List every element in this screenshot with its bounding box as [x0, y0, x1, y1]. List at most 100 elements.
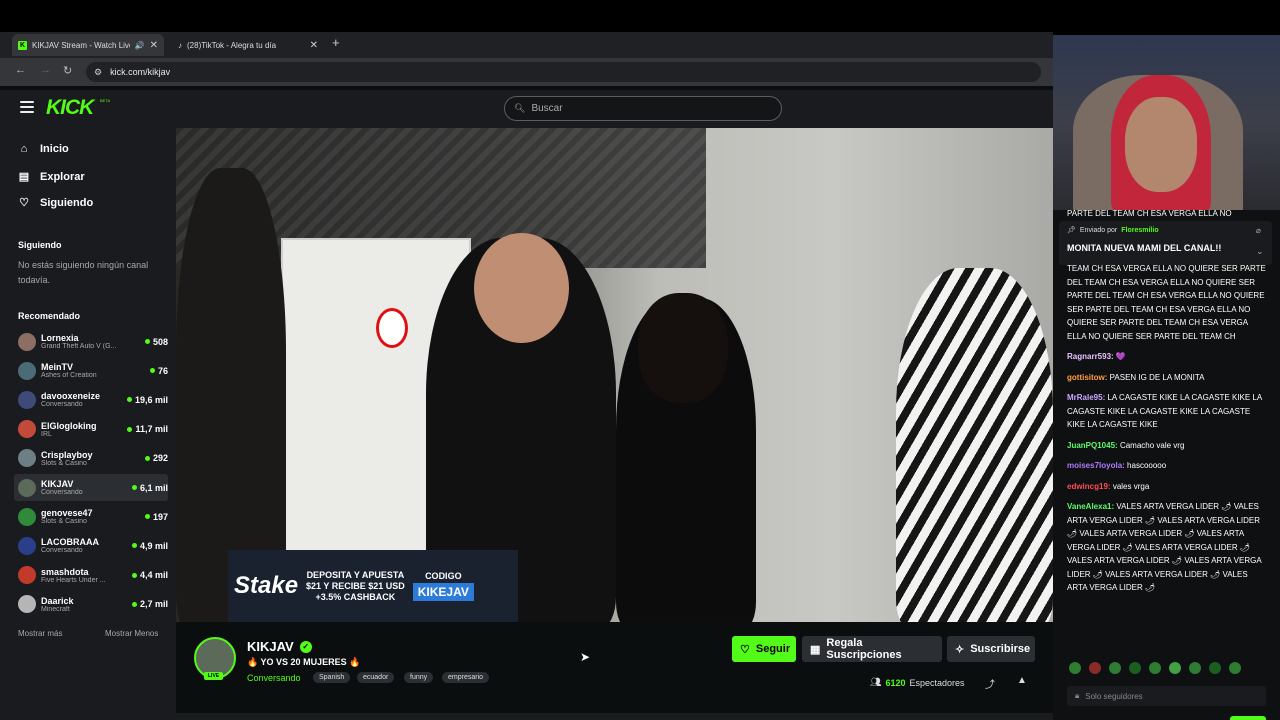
- following-empty-text: No estás siguiendo ningún canal todavía.: [18, 260, 149, 285]
- report-icon[interactable]: ▲: [1017, 675, 1027, 686]
- chat-username[interactable]: Ragnarr593:: [1067, 352, 1114, 361]
- channel-category: Conversando: [41, 401, 83, 409]
- chat-username[interactable]: edwincg19:: [1067, 482, 1111, 491]
- site-settings-icon[interactable]: ⚙: [94, 67, 102, 78]
- channel-text: genovese47 Slots & Casino: [41, 508, 145, 525]
- stake-ad-banner: Stake DEPOSITA Y APUESTA $21 Y RECIBE $2…: [228, 550, 518, 622]
- gift-label: Regala Suscripciones: [826, 637, 902, 661]
- pinned-user[interactable]: Floresmilio: [1121, 227, 1158, 234]
- viewer-count: 4,4 mil: [139, 570, 168, 581]
- browser-tab-kick[interactable]: K KIKJAV Stream - Watch Live 🔊 ✕: [12, 34, 164, 56]
- close-tab-icon[interactable]: ✕: [310, 40, 318, 51]
- viewer-count: 19,6 mil: [134, 394, 168, 405]
- send-button[interactable]: [1230, 716, 1266, 720]
- recommended-channel[interactable]: davooxeneize Conversando 19,6 mil: [14, 386, 168, 413]
- viewer-count: 197: [152, 511, 168, 522]
- home-icon: ⌂: [20, 143, 28, 155]
- person-woman-hair: [638, 293, 728, 403]
- channel-name: Daarick: [41, 595, 74, 606]
- channel-name: ElGlogloking: [41, 420, 97, 431]
- menu-icon[interactable]: [20, 101, 34, 113]
- heart-icon: ♡: [19, 197, 29, 209]
- recommended-channel[interactable]: Lornexia Grand Theft Auto V (G... 508: [14, 328, 168, 355]
- recommended-channel[interactable]: MeinTV Ashes of Creation 76: [14, 357, 168, 384]
- live-dot-icon: [144, 455, 150, 461]
- emote-icon[interactable]: [1069, 662, 1081, 674]
- tag-chip[interactable]: empresario: [442, 672, 490, 683]
- recommended-channel[interactable]: ElGlogloking IRL 11,7 mil: [14, 416, 168, 443]
- emote-icon[interactable]: [1209, 662, 1221, 674]
- chat-input-placeholder: Solo seguidores: [1085, 691, 1143, 701]
- gift-subs-button[interactable]: ▦ Regala Suscripciones: [802, 636, 942, 662]
- search-input[interactable]: 🔍︎ Buscar: [504, 96, 782, 121]
- kick-logo[interactable]: KICK: [46, 96, 94, 120]
- channel-text: ElGlogloking IRL: [41, 421, 127, 438]
- emote-icon[interactable]: [1169, 662, 1181, 674]
- url-field[interactable]: ⚙ kick.com/kikjav: [86, 62, 1041, 82]
- recommended-channel[interactable]: KIKJAV Conversando 6,1 mil: [14, 474, 168, 501]
- speaker-icon[interactable]: 🔊: [135, 41, 145, 50]
- viewer-count: 508: [152, 336, 168, 347]
- chat-username[interactable]: JuanPQ1045:: [1067, 441, 1118, 450]
- back-icon[interactable]: ←: [15, 64, 26, 76]
- emote-icon[interactable]: [1229, 662, 1241, 674]
- viewer-number: 6120: [885, 677, 906, 688]
- show-less-link[interactable]: Mostrar Menos: [105, 629, 158, 638]
- recommended-channel[interactable]: LACOBRAAA Conversando 4,9 mil: [14, 532, 168, 559]
- channel-name[interactable]: KIKJAV: [247, 639, 294, 654]
- reload-icon[interactable]: ↻: [63, 64, 72, 77]
- emote-icon[interactable]: [1129, 662, 1141, 674]
- sidebar-item-inicio[interactable]: ⌂ Inicio: [18, 143, 69, 155]
- pinned-sent-by: Enviado por: [1079, 226, 1118, 234]
- recommended-channel[interactable]: Crisplayboy Slots & Casino 292: [14, 445, 168, 472]
- person-center-head: [474, 233, 569, 343]
- stream-category[interactable]: Conversando: [247, 673, 301, 683]
- chat-message: gottisitow: PASEN IG DE LA MONITA: [1067, 371, 1267, 385]
- chat-input[interactable]: 🔒︎ Solo seguidores: [1067, 686, 1266, 706]
- emote-bar: [1069, 662, 1241, 674]
- sidebar-item-siguiendo[interactable]: ♡ Siguiendo: [18, 196, 93, 210]
- live-dot-icon: [144, 339, 150, 344]
- channel-viewers: 4,4 mil: [131, 570, 168, 581]
- recommended-channel[interactable]: Daarick Minecraft 2,7 mil: [14, 591, 168, 618]
- emote-icon[interactable]: [1089, 662, 1101, 674]
- chat-username[interactable]: VaneAlexa1:: [1067, 502, 1114, 511]
- forward-icon[interactable]: →: [40, 64, 51, 76]
- channel-viewers: 4,9 mil: [131, 541, 168, 551]
- channel-text: davooxeneize Conversando: [41, 391, 127, 408]
- channel-name: KIKJAV: [41, 479, 74, 489]
- chat-text: hascooooo: [1127, 461, 1167, 470]
- unpin-icon[interactable]: ⌀: [1256, 226, 1261, 235]
- follow-button[interactable]: ♡ Seguir: [732, 636, 796, 662]
- channel-name-row: KIKJAV ✓: [247, 639, 312, 654]
- pinned-sender: 📌︎ Enviado por Floresmilio: [1067, 226, 1159, 235]
- heart-icon: ♡: [740, 643, 750, 656]
- tag-chip[interactable]: Spanish: [313, 672, 351, 683]
- video-player[interactable]: Stake DEPOSITA Y APUESTA $21 Y RECIBE $2…: [176, 128, 1053, 622]
- channel-name: Crisplayboy: [41, 449, 93, 460]
- url-text: kick.com/kikjav: [110, 67, 171, 77]
- tag-chip[interactable]: funny: [404, 672, 434, 683]
- close-tab-icon[interactable]: ✕: [150, 40, 158, 51]
- ad-code: CODIGO KIKEJAV: [412, 571, 474, 601]
- browser-tab-tiktok[interactable]: ♪ (28)TikTok - Alegra tu día ✕: [172, 34, 324, 56]
- chat-text: PASEN IG DE LA MONITA: [1109, 372, 1205, 382]
- emote-icon[interactable]: [1189, 662, 1201, 674]
- subscribe-button[interactable]: ✧ Suscribirse: [947, 636, 1035, 662]
- following-heading: Siguiendo: [18, 240, 62, 250]
- recommended-channel[interactable]: smashdota Five Hearts Under ... 4,4 mil: [14, 562, 168, 589]
- recommended-channel[interactable]: genovese47 Slots & Casino 197: [14, 503, 168, 530]
- tag-chip[interactable]: ecuador: [357, 672, 395, 683]
- chat-username[interactable]: MrRale95:: [1067, 393, 1105, 402]
- chat-username[interactable]: gottisitow:: [1067, 373, 1107, 382]
- chat-message: TEAM CH ESA VERGA ELLA NO QUIERE SER PAR…: [1067, 262, 1267, 343]
- chevron-down-icon[interactable]: ⌄: [1256, 246, 1264, 257]
- channel-avatar: [18, 536, 36, 555]
- show-more-link[interactable]: Mostrar más: [18, 629, 62, 638]
- share-icon[interactable]: ⤴: [985, 676, 995, 691]
- emote-icon[interactable]: [1109, 662, 1121, 674]
- chat-username[interactable]: moises7loyola:: [1067, 461, 1125, 470]
- emote-icon[interactable]: [1149, 662, 1161, 674]
- sidebar-item-explorar[interactable]: ▤ Explorar: [18, 170, 85, 184]
- new-tab-icon[interactable]: +: [332, 35, 340, 50]
